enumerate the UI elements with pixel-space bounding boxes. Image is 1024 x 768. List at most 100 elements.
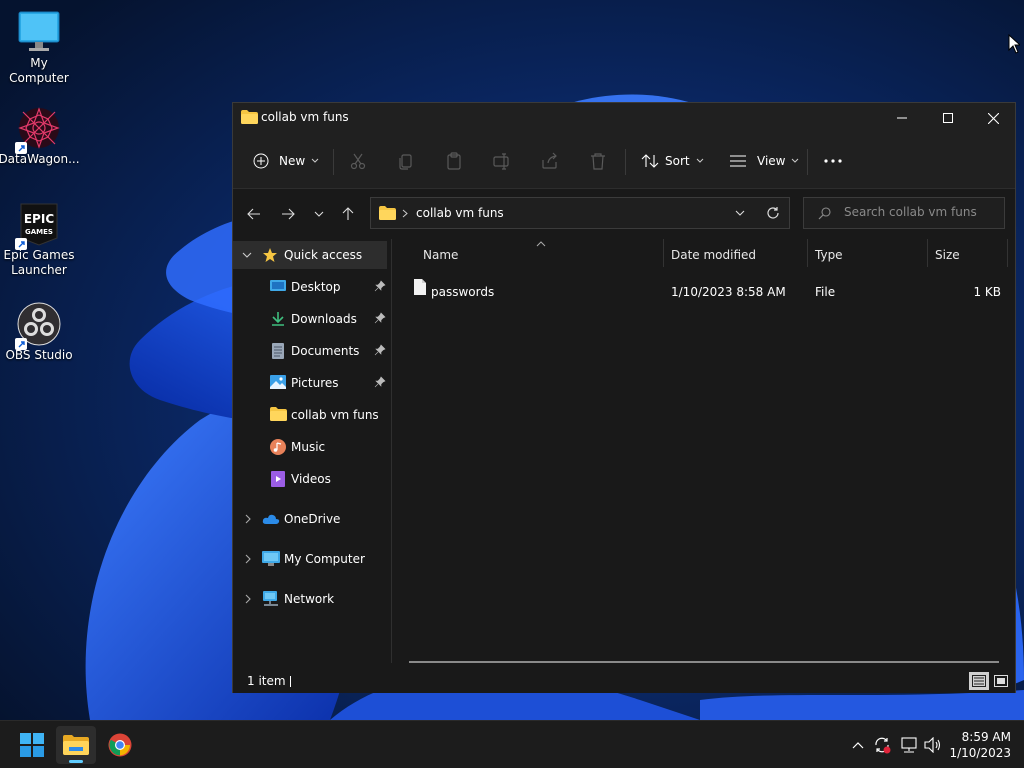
nav-label: Pictures — [291, 376, 339, 390]
column-divider[interactable] — [927, 239, 928, 267]
sync-status-button[interactable] — [872, 735, 892, 755]
clock-date: 1/10/2023 — [949, 746, 1011, 760]
nav-label: OneDrive — [284, 512, 341, 526]
mouse-cursor-icon — [1008, 34, 1020, 54]
svg-text:GAMES: GAMES — [25, 228, 53, 236]
obs-icon — [15, 302, 61, 350]
forward-button[interactable] — [276, 203, 300, 225]
address-bar[interactable]: collab vm funs — [370, 197, 790, 229]
column-divider[interactable] — [807, 239, 808, 267]
large-icons-view-button[interactable] — [991, 672, 1011, 690]
column-divider[interactable] — [1007, 239, 1008, 267]
column-divider[interactable] — [663, 239, 664, 267]
nav-root-my-computer[interactable]: My Computer — [233, 545, 391, 573]
nav-item-documents[interactable]: Documents — [233, 337, 391, 365]
details-view-button[interactable] — [969, 672, 989, 690]
rename-button[interactable] — [493, 147, 511, 175]
view-label: View — [757, 154, 786, 168]
taskbar-file-explorer[interactable] — [56, 726, 96, 764]
show-hidden-icons-button[interactable] — [848, 735, 868, 755]
file-date-modified: 1/10/2023 8:58 AM — [671, 285, 786, 299]
new-label: New — [279, 154, 306, 168]
arrow-up-icon — [342, 207, 354, 220]
pin-icon[interactable] — [374, 376, 386, 388]
taskbar: 8:59 AM 1/10/2023 — [0, 720, 1024, 768]
copy-button[interactable] — [397, 147, 415, 175]
desktop-icon-datawagon[interactable]: DataWagon... — [0, 106, 80, 167]
new-button[interactable]: New — [253, 147, 319, 175]
nav-item-desktop[interactable]: Desktop — [233, 273, 391, 301]
nav-label: My Computer — [284, 552, 365, 566]
view-button[interactable]: View — [729, 147, 799, 175]
shortcut-arrow-icon — [15, 338, 27, 350]
epic-games-icon: EPIC GAMES — [15, 202, 61, 250]
desktop-icon-label: My Computer — [9, 56, 69, 85]
file-size: 1 KB — [973, 285, 1001, 299]
paste-icon — [447, 152, 461, 170]
breadcrumb-current[interactable]: collab vm funs — [416, 206, 504, 220]
shortcut-arrow-icon — [15, 142, 27, 154]
toolbar-divider — [333, 149, 334, 175]
minimize-button[interactable] — [879, 103, 925, 133]
nav-quick-access[interactable]: Quick access — [233, 241, 387, 269]
chevron-right-icon[interactable] — [245, 514, 251, 524]
taskbar-chrome[interactable] — [100, 726, 140, 764]
chevron-right-icon[interactable] — [245, 554, 251, 564]
start-button[interactable] — [12, 726, 52, 764]
network-icon — [263, 591, 278, 606]
desktop-icon-epic-games[interactable]: EPIC GAMES Epic Games Launcher — [0, 202, 78, 278]
large-icons-view-icon — [994, 675, 1008, 687]
nav-item-downloads[interactable]: Downloads — [233, 305, 391, 333]
title-bar[interactable]: collab vm funs — [233, 103, 1015, 133]
column-header-name[interactable]: Name — [423, 248, 458, 262]
chevron-down-icon[interactable] — [242, 252, 252, 258]
cut-button[interactable] — [349, 147, 367, 175]
column-header-type[interactable]: Type — [815, 248, 843, 262]
status-divider — [290, 676, 291, 687]
nav-item-collab-vm-funs[interactable]: collab vm funs — [233, 401, 391, 429]
column-header-size[interactable]: Size — [935, 248, 960, 262]
desktop-folder-icon — [270, 280, 286, 291]
close-button[interactable] — [970, 103, 1016, 133]
network-status-button[interactable] — [899, 735, 919, 755]
nav-label: Music — [291, 440, 326, 454]
share-button[interactable] — [541, 147, 559, 175]
breadcrumb-chevron-icon — [402, 209, 408, 218]
desktop-icon-obs-studio[interactable]: OBS Studio — [0, 302, 78, 363]
column-header-date-modified[interactable]: Date modified — [671, 248, 756, 262]
nav-label: collab vm funs — [291, 408, 379, 422]
delete-button[interactable] — [589, 147, 607, 175]
back-button[interactable] — [242, 203, 266, 225]
pin-icon[interactable] — [374, 312, 386, 324]
nav-item-pictures[interactable]: Pictures — [233, 369, 391, 397]
folder-icon — [241, 110, 258, 124]
paste-button[interactable] — [445, 147, 463, 175]
videos-icon — [271, 471, 285, 487]
up-button[interactable] — [336, 203, 360, 225]
sort-button[interactable]: Sort — [641, 147, 704, 175]
maximize-button[interactable] — [925, 103, 971, 133]
nav-item-videos[interactable]: Videos — [233, 465, 391, 493]
more-icon — [824, 159, 842, 163]
nav-root-onedrive[interactable]: OneDrive — [233, 505, 391, 533]
recent-locations-button[interactable] — [307, 203, 331, 225]
nav-item-music[interactable]: Music — [233, 433, 391, 461]
nav-root-network[interactable]: Network — [233, 585, 391, 613]
sort-icon — [641, 154, 659, 168]
horizontal-scrollbar[interactable] — [409, 661, 999, 663]
nav-label: Downloads — [291, 312, 357, 326]
desktop-icon-my-computer[interactable]: My Computer — [0, 10, 78, 86]
file-explorer-window: collab vm funs New Sort View collab vm f… — [232, 102, 1016, 693]
chevron-right-icon[interactable] — [245, 594, 251, 604]
more-button[interactable] — [823, 147, 843, 175]
rename-icon — [493, 153, 509, 170]
search-box[interactable] — [803, 197, 1005, 229]
clock[interactable]: 8:59 AM 1/10/2023 — [945, 729, 1011, 761]
pin-icon[interactable] — [374, 280, 386, 292]
volume-button[interactable] — [923, 735, 943, 755]
minimize-icon — [897, 117, 907, 119]
chevron-down-icon[interactable] — [735, 210, 745, 216]
refresh-icon[interactable] — [766, 206, 780, 220]
pin-icon[interactable] — [374, 344, 386, 356]
search-input[interactable] — [842, 204, 996, 220]
